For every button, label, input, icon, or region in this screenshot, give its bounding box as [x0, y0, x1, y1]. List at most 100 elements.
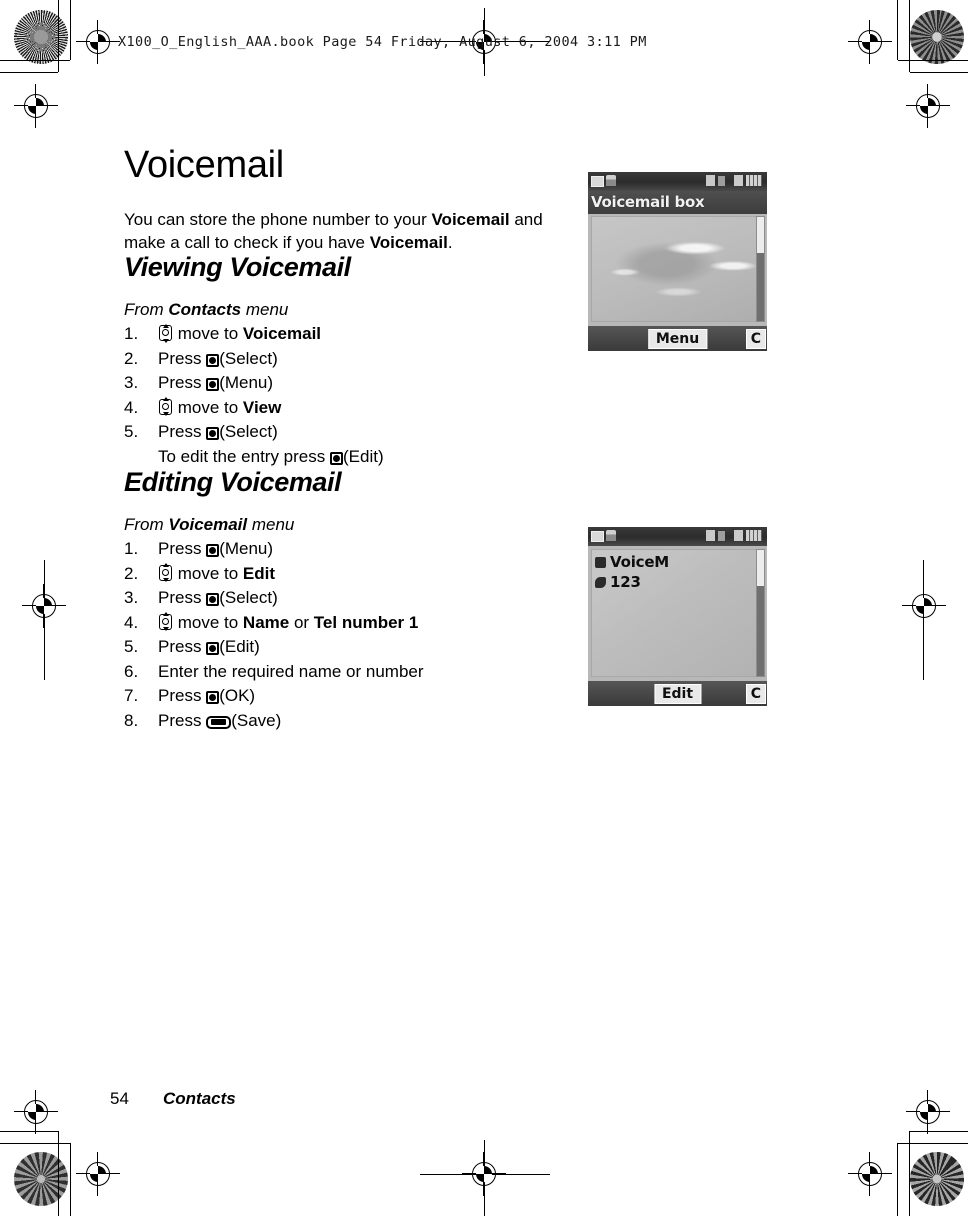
phone-status-bar	[588, 527, 767, 546]
crop-line	[0, 60, 70, 61]
step-item: 5. Press (Select)	[124, 420, 574, 445]
step-item: 4. move to Name or Tel number 1	[124, 611, 574, 636]
center-select-key-icon	[206, 544, 220, 557]
step-number: 2.	[124, 563, 139, 583]
crop-line	[70, 0, 71, 60]
step-number: 4.	[124, 397, 139, 417]
page-content: Voicemail You can store the phone number…	[124, 146, 574, 733]
color-burst-mark-top-right	[910, 10, 964, 64]
registration-mark-left-lower	[14, 1090, 58, 1134]
step-text: Press	[158, 373, 207, 392]
crop-line	[897, 1143, 898, 1216]
crop-line	[70, 1143, 71, 1216]
center-select-key-icon	[206, 427, 220, 440]
navigation-key-icon	[158, 563, 173, 582]
status-icon-c	[734, 530, 743, 541]
step-text: move to	[173, 324, 243, 343]
from-menu-name: Voicemail	[168, 515, 248, 534]
step-text-after: (Menu)	[219, 373, 274, 392]
registration-mark-bottom-center	[462, 1152, 506, 1196]
entry-name-row: VoiceM	[595, 553, 669, 571]
sub-step-text-after: (Edit)	[342, 446, 384, 466]
page-number: 54	[110, 1089, 129, 1108]
entry-name-text: VoiceM	[610, 553, 670, 571]
step-number: 8.	[124, 710, 139, 730]
step-bold-term: Voicemail	[242, 324, 322, 343]
step-text: Enter the required name or number	[158, 661, 424, 681]
step-number: 6.	[124, 661, 139, 681]
crop-line	[910, 1131, 968, 1132]
step-number: 3.	[124, 373, 139, 392]
step-item: 2. Press (Select)	[124, 347, 574, 372]
step-item: 6. Enter the required name or number	[124, 660, 574, 685]
envelope-icon	[591, 176, 604, 187]
intro-text-3: .	[447, 233, 453, 252]
trim-line-right	[923, 560, 924, 680]
status-icon-a	[706, 175, 715, 186]
step-text: move to	[173, 612, 243, 632]
phone-scrollbar	[756, 549, 765, 677]
step-text-after: (Select)	[219, 588, 278, 607]
step-bold-term: Edit	[242, 563, 276, 583]
crop-line	[0, 1143, 70, 1144]
contact-icon	[595, 557, 606, 568]
from-prefix: From	[124, 300, 169, 319]
crop-line	[0, 1131, 58, 1132]
soft-key-center-label: Edit	[653, 684, 702, 704]
step-text: Press	[158, 637, 207, 656]
step-text-after: (Save)	[231, 710, 282, 730]
registration-mark-left-upper	[14, 84, 58, 128]
registration-mark-right-upper	[906, 84, 950, 128]
envelope-icon	[591, 531, 604, 542]
scrollbar-thumb	[757, 217, 764, 253]
step-bold-term: Name	[242, 612, 290, 632]
from-line-editing: From Voicemail menu	[124, 515, 574, 535]
center-select-key-icon	[206, 593, 220, 606]
step-item: 3. Press (Select)	[124, 586, 574, 611]
soft-key-right-label: C	[745, 329, 766, 349]
step-text: Press	[158, 710, 207, 730]
crop-line	[0, 72, 58, 73]
color-burst-mark-top-left	[14, 10, 68, 64]
step-text: move to	[173, 563, 243, 583]
navigation-key-icon	[158, 323, 173, 343]
from-suffix: menu	[247, 515, 295, 534]
step-number: 2.	[124, 348, 139, 368]
crop-line	[909, 0, 910, 72]
steps-list-viewing: 1. move to Voicemail 2. Press (Select) 3.…	[124, 322, 574, 445]
step-text-after: (OK)	[219, 686, 256, 705]
step-item: 1. Press (Menu)	[124, 537, 574, 562]
phone-status-bar	[588, 172, 767, 191]
crop-line	[898, 60, 968, 61]
step-number: 5.	[124, 637, 139, 656]
from-line-viewing: From Contacts menu	[124, 300, 574, 320]
soft-key-right-label: C	[745, 684, 766, 704]
color-burst-mark-bottom-left	[14, 1152, 68, 1206]
phone-scrollbar	[756, 216, 765, 322]
step-item: 1. move to Voicemail	[124, 322, 574, 347]
registration-mark-left-middle	[22, 584, 66, 628]
trim-line-bottom	[420, 1174, 550, 1175]
step-text-after: (Select)	[219, 348, 278, 368]
entry-number-row: 123	[595, 573, 641, 591]
soft-key-center-label: Menu	[647, 329, 708, 349]
registration-mark-right-middle	[902, 584, 946, 628]
phone-screenshot-voicemail-entry: VoiceM 123 Edit C	[588, 527, 767, 706]
trim-line-bottom-v	[484, 1140, 485, 1216]
soft-key-icon	[206, 715, 232, 729]
intro-bold-2: Voicemail	[369, 233, 448, 252]
phone-screenshot-voicemail-box: Voicemail box Menu C	[588, 172, 767, 351]
step-number: 7.	[124, 686, 139, 705]
step-item: 7. Press (OK)	[124, 684, 574, 709]
center-select-key-icon	[206, 378, 220, 391]
battery-icon	[746, 175, 762, 186]
step-item: 8. Press (Save)	[124, 709, 574, 734]
intro-bold-1: Voicemail	[431, 210, 510, 229]
step-text: Press	[158, 348, 207, 368]
signal-icon	[606, 530, 616, 541]
step-text-after: (Menu)	[219, 539, 274, 558]
registration-mark-top-right-inner	[848, 20, 892, 64]
navigation-key-icon	[158, 612, 173, 631]
crop-line	[58, 0, 59, 72]
step-text-after: (Edit)	[219, 637, 260, 656]
